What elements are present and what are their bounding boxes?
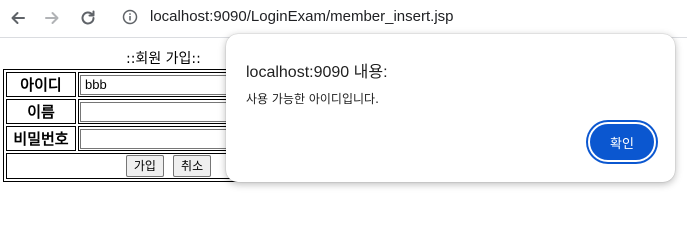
name-label: 이름 <box>6 99 76 124</box>
password-label: 비밀번호 <box>6 126 76 151</box>
dialog-ok-button[interactable]: 확인 <box>588 122 656 162</box>
arrow-left-icon <box>11 12 25 24</box>
id-label: 아이디 <box>6 72 76 97</box>
form-title: ::회원 가입:: <box>126 51 201 67</box>
browser-toolbar: localhost:9090/LoginExam/member_insert.j… <box>0 0 687 36</box>
back-button[interactable] <box>6 6 30 30</box>
site-info-icon[interactable] <box>122 9 138 25</box>
dialog-message: 사용 가능한 아이디입니다. <box>246 92 379 106</box>
arrow-right-icon <box>45 12 59 24</box>
reload-icon <box>81 10 95 25</box>
forward-button[interactable] <box>40 6 64 30</box>
reload-button[interactable] <box>76 6 100 30</box>
submit-button[interactable]: 가입 <box>125 155 164 177</box>
address-bar[interactable]: localhost:9090/LoginExam/member_insert.j… <box>112 3 682 31</box>
cancel-button[interactable]: 취소 <box>173 155 212 177</box>
url-text: localhost:9090/LoginExam/member_insert.j… <box>150 8 454 25</box>
alert-dialog: localhost:9090 내용: 사용 가능한 아이디입니다. 확인 <box>226 34 675 182</box>
dialog-title: localhost:9090 내용: <box>246 64 388 81</box>
